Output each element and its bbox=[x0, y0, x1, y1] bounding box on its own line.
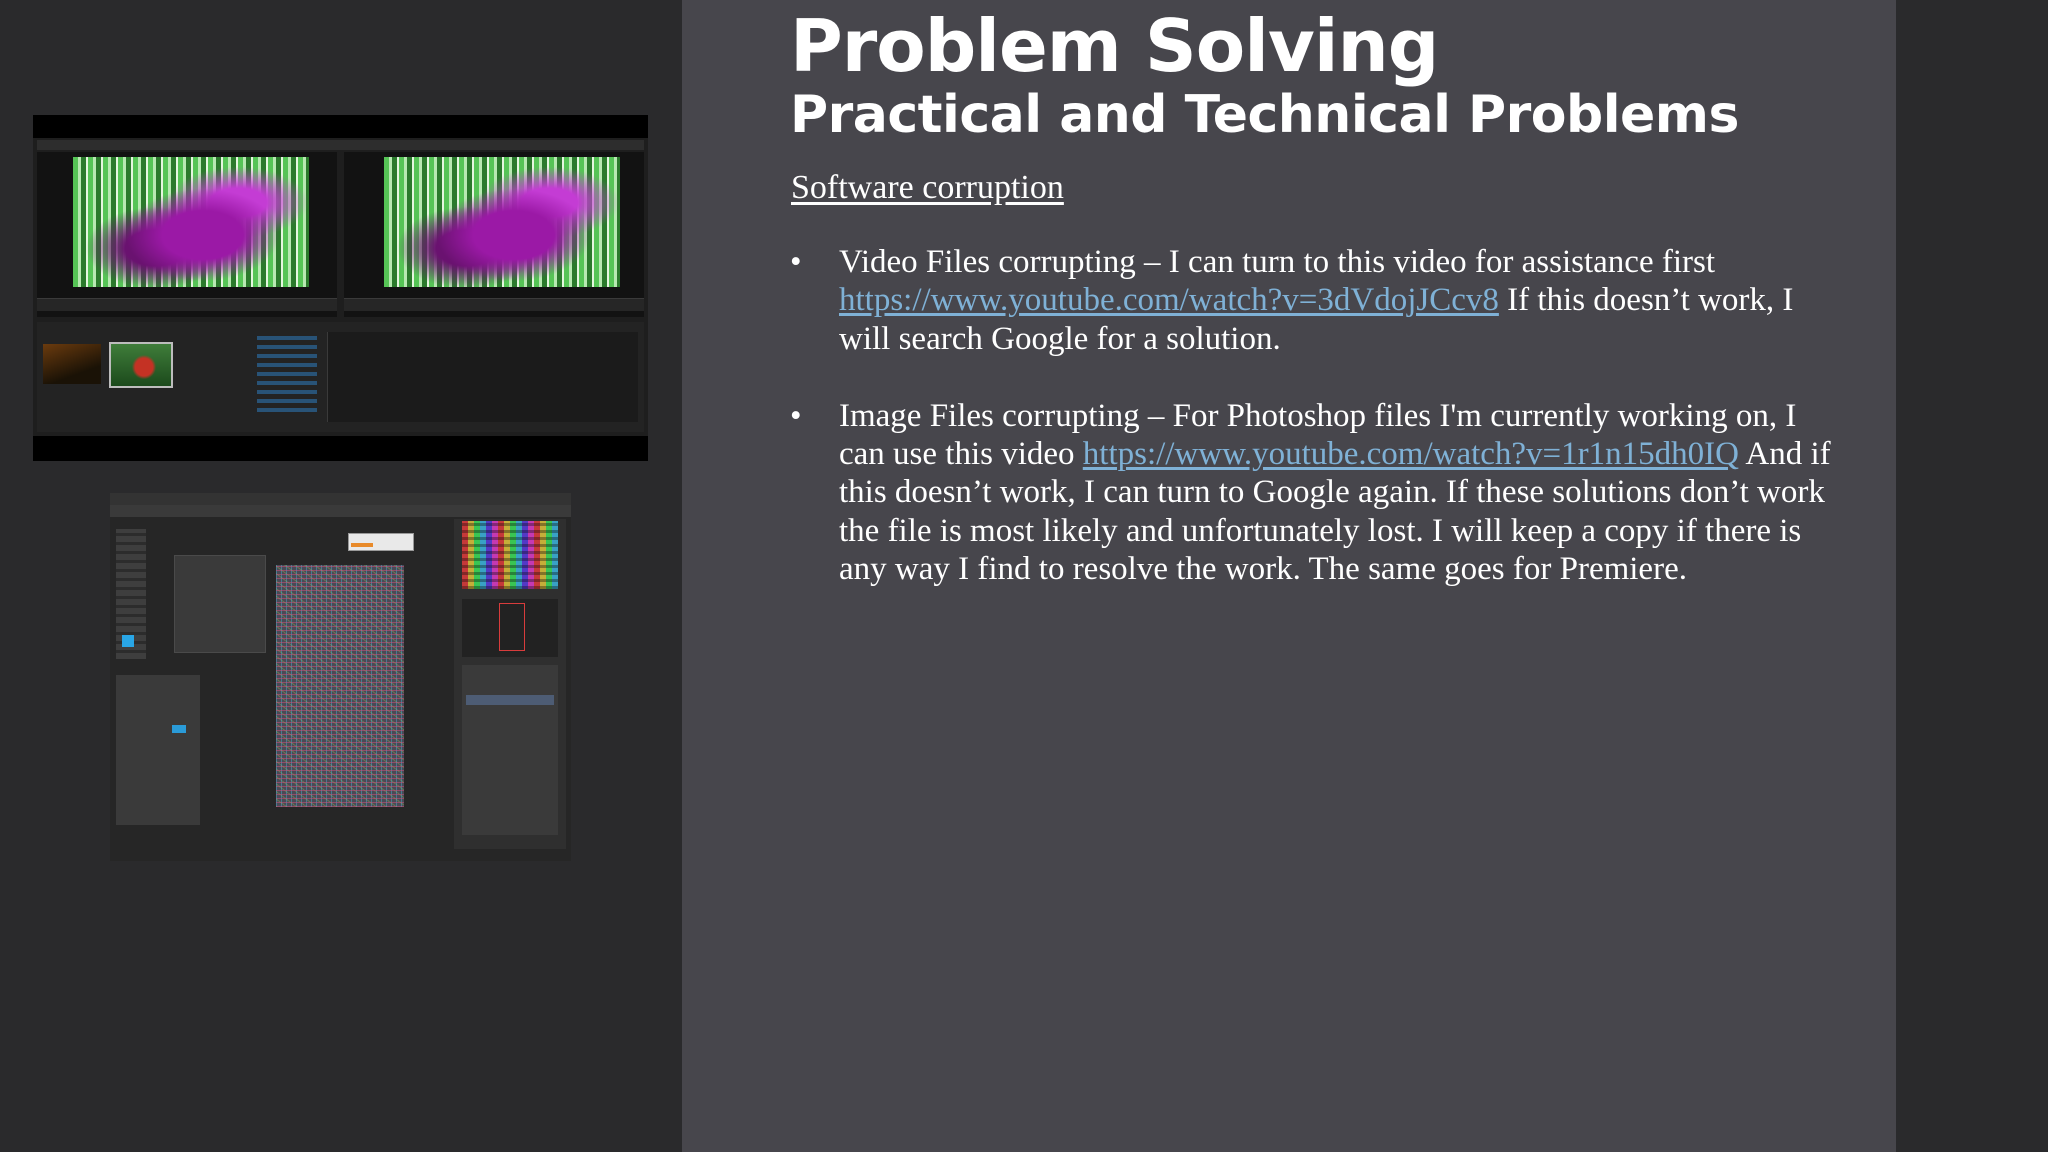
clip-thumbnail bbox=[43, 344, 101, 384]
clip-thumbnail-selected bbox=[109, 342, 173, 388]
right-margin bbox=[1896, 0, 2048, 1152]
program-monitor bbox=[344, 152, 644, 317]
right-panels bbox=[454, 519, 566, 849]
timeline-panel bbox=[327, 332, 638, 422]
navigator-panel bbox=[462, 599, 558, 657]
slide-subtitle: Practical and Technical Problems bbox=[790, 85, 1739, 145]
character-panel bbox=[116, 675, 200, 825]
swatches-panel bbox=[462, 521, 558, 589]
photoshop-screenshot bbox=[110, 493, 571, 861]
dialog-box bbox=[174, 555, 266, 653]
playback-controls bbox=[344, 298, 644, 311]
youtube-link-image[interactable]: https://www.youtube.com/watch?v=1r1n15dh… bbox=[1083, 436, 1739, 472]
color-swatch bbox=[122, 635, 134, 647]
bullet-text: Video Files corrupting – I can turn to t… bbox=[839, 244, 1715, 280]
corrupted-frame bbox=[384, 157, 620, 287]
premiere-pro-screenshot bbox=[33, 115, 648, 461]
bullet-image-files: Image Files corrupting – For Photoshop f… bbox=[790, 397, 1850, 589]
slide-title: Problem Solving bbox=[790, 4, 1439, 88]
menu-bar bbox=[110, 493, 571, 505]
youtube-link-video[interactable]: https://www.youtube.com/watch?v=3dVdojJC… bbox=[839, 282, 1499, 318]
corrupted-canvas bbox=[276, 565, 404, 807]
bullet-list: Video Files corrupting – I can turn to t… bbox=[790, 243, 1850, 589]
project-timeline-area bbox=[37, 322, 644, 432]
highlighted-option bbox=[172, 725, 186, 733]
playback-controls bbox=[37, 298, 337, 311]
tools-panel bbox=[257, 332, 317, 412]
source-monitor bbox=[37, 152, 337, 317]
panel-tab-bar bbox=[37, 140, 644, 150]
layer-row bbox=[466, 695, 554, 705]
premiere-interface bbox=[33, 138, 648, 436]
bullet-video-files: Video Files corrupting – I can turn to t… bbox=[790, 243, 1850, 358]
layers-panel bbox=[462, 665, 558, 835]
progress-popup bbox=[348, 533, 414, 551]
section-heading: Software corruption bbox=[791, 169, 1064, 206]
options-bar bbox=[110, 505, 571, 517]
corrupted-frame bbox=[73, 157, 309, 287]
